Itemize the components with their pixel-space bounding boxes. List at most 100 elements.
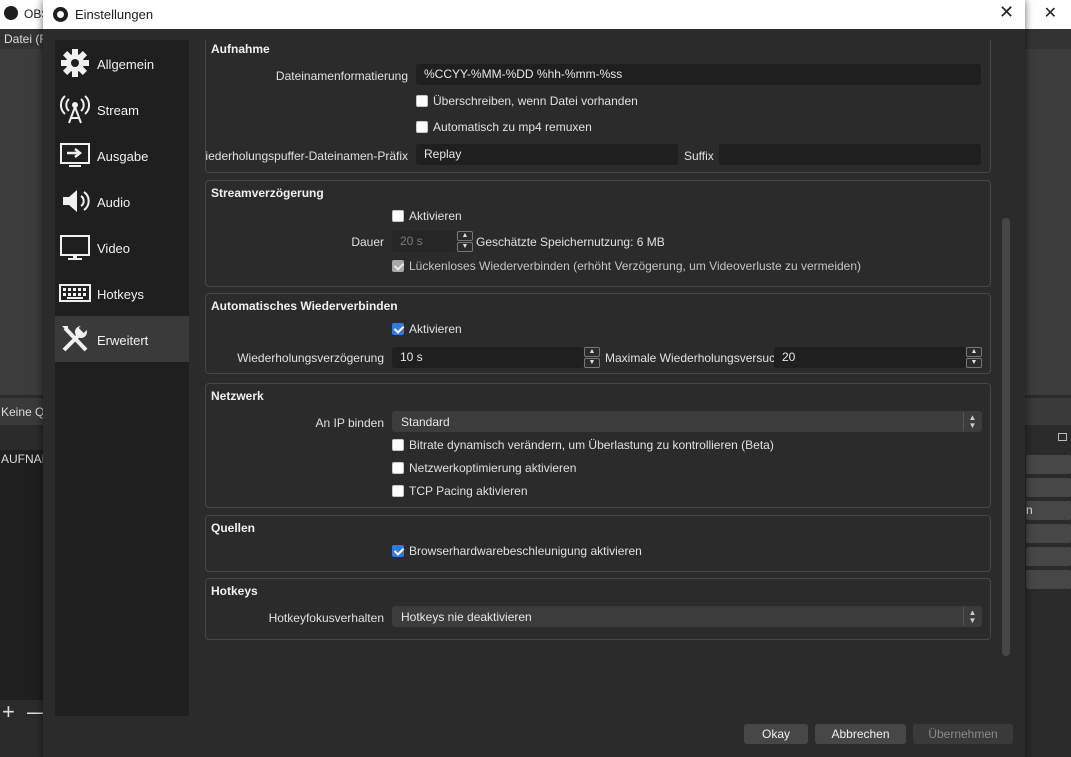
checkbox-box (416, 95, 428, 107)
retry-delay-label: Wiederholungsverzögerung (237, 351, 384, 365)
tools-icon (62, 323, 88, 352)
group-aufnahme: Aufnahme Dateinamenformatierung %CCYY-%M… (205, 40, 991, 173)
checkbox-label: Automatisch zu mp4 remuxen (433, 120, 592, 134)
sidebar-item-label: Video (97, 241, 131, 256)
group-sources: Quellen Browserhardwarebeschleunigung ak… (205, 515, 991, 572)
dialog-titlebar: Einstellungen ✕ (43, 0, 1025, 29)
obs-logo-icon (4, 6, 18, 20)
group-title: Aufnahme (211, 42, 270, 56)
retry-delay-spinner[interactable]: ▲ ▼ (584, 347, 600, 368)
sidebar-item-label: Ausgabe (97, 149, 149, 164)
spin-up-icon[interactable]: ▲ (966, 347, 982, 357)
suffix-label: Suffix (684, 149, 714, 163)
sidebar-item-label: Erweitert (97, 333, 149, 348)
sidebar-item-label: Stream (97, 103, 139, 118)
filename-format-input[interactable]: %CCYY-%MM-%DD %hh-%mm-%ss (416, 64, 981, 85)
max-retries-input[interactable]: 20 (774, 347, 966, 368)
group-title: Quellen (211, 521, 256, 535)
spin-up-icon[interactable]: ▲ (584, 347, 600, 357)
dialog-close-icon[interactable]: ✕ (999, 2, 1014, 23)
gear-icon (61, 49, 89, 77)
apply-button[interactable]: Übernehmen (913, 724, 1013, 744)
control-button[interactable] (1026, 570, 1071, 589)
sidebar-item-label: Allgemein (97, 57, 155, 72)
sidebar-item-label: Audio (97, 195, 131, 210)
monitor-icon (60, 235, 90, 260)
checkbox-box (392, 545, 404, 557)
control-button[interactable] (1026, 501, 1071, 520)
hotkey-focus-value: Hotkeys nie deaktivieren (401, 610, 532, 624)
group-streamdelay: Streamverzögerung Aktivieren Dauer 20 s … (205, 180, 991, 287)
sidebar-item-video[interactable]: Video (55, 224, 189, 270)
menu-file[interactable]: Datei (F (4, 32, 47, 46)
checkbox-box (392, 260, 404, 272)
group-hotkeys: Hotkeys Hotkeyfokusverhalten Hotkeys nie… (205, 578, 991, 640)
suffix-input[interactable] (719, 144, 981, 165)
checkbox-label: TCP Pacing aktivieren (409, 484, 528, 498)
settings-content: Aufnahme Dateinamenformatierung %CCYY-%M… (205, 40, 995, 716)
bind-ip-label: An IP binden (315, 416, 384, 430)
content-scrollbar[interactable] (1002, 218, 1010, 656)
group-title: Hotkeys (211, 584, 258, 598)
delay-duration-spinner[interactable]: ▲ ▼ (457, 231, 473, 252)
updown-chevron-icon: ▲ ▼ (963, 412, 981, 431)
updown-chevron-icon: ▲ ▼ (963, 607, 981, 626)
output-icon (60, 143, 90, 167)
undock-icon[interactable] (1058, 433, 1067, 441)
checkbox-label: Aktivieren (409, 322, 462, 336)
group-title: Netzwerk (211, 389, 264, 403)
bind-ip-value: Standard (401, 415, 450, 429)
control-button[interactable] (1026, 547, 1071, 566)
memory-usage-text: Geschätzte Speichernutzung: 6 MB (476, 235, 665, 249)
control-button[interactable] (1026, 524, 1071, 543)
sidebar-item-allgemein[interactable]: Allgemein (55, 40, 189, 86)
cancel-button[interactable]: Abbrechen (815, 724, 906, 744)
sidebar-item-ausgabe[interactable]: Ausgabe (55, 132, 189, 178)
retry-delay-input[interactable]: 10 s (392, 347, 584, 368)
spin-down-icon[interactable]: ▼ (584, 358, 600, 368)
add-icon[interactable]: + (2, 701, 15, 723)
delay-duration-input[interactable]: 20 s (392, 231, 456, 252)
sidebar-item-label: Hotkeys (97, 287, 144, 302)
checkbox-box (392, 439, 404, 451)
delay-duration-label: Dauer (351, 235, 384, 249)
checkbox-box (416, 121, 428, 133)
hotkey-focus-label: Hotkeyfokusverhalten (268, 611, 384, 625)
control-button[interactable] (1026, 478, 1071, 497)
spin-down-icon[interactable]: ▼ (457, 242, 473, 252)
checkbox-label: Überschreiben, wenn Datei vorhanden (433, 94, 638, 108)
dialog-title: Einstellungen (75, 7, 154, 22)
sidebar-item-hotkeys[interactable]: Hotkeys (55, 270, 189, 316)
spin-up-icon[interactable]: ▲ (457, 231, 473, 241)
checkbox-box (392, 485, 404, 497)
settings-dialog: Einstellungen ✕ Allgemein Stream Ausgabe… (43, 0, 1025, 757)
hotkey-focus-select[interactable]: Hotkeys nie deaktivieren ▲ ▼ (392, 606, 982, 627)
settings-sidebar: Allgemein Stream Ausgabe Audio Video Hot… (55, 40, 189, 716)
checkbox-label: Aktivieren (409, 209, 462, 223)
checkbox-label: Bitrate dynamisch verändern, um Überlast… (409, 438, 774, 452)
checkbox-label: Lückenloses Wiederverbinden (erhöht Verz… (409, 259, 862, 273)
sidebar-item-erweitert[interactable]: Erweitert (55, 316, 189, 362)
group-title: Streamverzögerung (211, 186, 324, 200)
ok-button[interactable]: Okay (744, 724, 808, 744)
checkbox-label: Browserhardwarebeschleunigung aktivieren (409, 544, 642, 558)
replay-prefix-label: Wiederholungspuffer-Dateinamen-Präfix (205, 149, 408, 163)
spin-down-icon[interactable]: ▼ (966, 358, 982, 368)
filename-format-label: Dateinamenformatierung (275, 69, 408, 83)
checkbox-box (392, 462, 404, 474)
keyboard-icon (59, 284, 91, 302)
replay-prefix-input[interactable]: Replay (416, 144, 678, 165)
group-reconnect: Automatisches Wiederverbinden Aktivieren… (205, 293, 991, 374)
group-network: Netzwerk An IP binden Standard ▲ ▼ Bitrat… (205, 383, 991, 508)
max-retries-spinner[interactable]: ▲ ▼ (966, 347, 982, 368)
checkbox-label: Netzwerkoptimierung aktivieren (409, 461, 577, 475)
bind-ip-select[interactable]: Standard ▲ ▼ (392, 411, 982, 432)
checkbox-box (392, 210, 404, 222)
main-window-close-icon[interactable]: ✕ (1044, 3, 1057, 23)
sidebar-item-audio[interactable]: Audio (55, 178, 189, 224)
checkbox-box (392, 323, 404, 335)
broadcast-icon (59, 95, 91, 124)
sidebar-item-stream[interactable]: Stream (55, 86, 189, 132)
control-button[interactable] (1026, 455, 1071, 474)
obs-logo-icon (53, 7, 68, 22)
